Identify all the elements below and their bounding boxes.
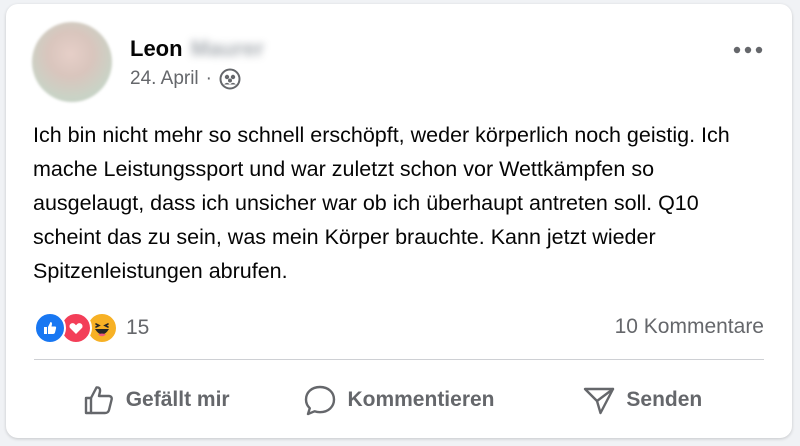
- send-button[interactable]: Senden: [521, 370, 764, 430]
- reactions-summary[interactable]: 15: [34, 312, 149, 344]
- more-options-button[interactable]: [730, 36, 766, 64]
- comments-count-link[interactable]: 10 Kommentare: [615, 315, 764, 339]
- reaction-count[interactable]: 15: [126, 316, 149, 340]
- more-icon: [733, 46, 763, 54]
- send-button-label: Senden: [626, 388, 703, 411]
- action-bar: Gefällt mir Kommentieren Senden: [34, 370, 764, 430]
- post-card: Leon Maurer 24. April · Ich bin nicht me…: [6, 4, 792, 438]
- meta-separator: ·: [205, 68, 212, 89]
- post-date[interactable]: 24. April: [130, 68, 199, 90]
- comment-icon: [303, 383, 337, 417]
- author-surname-blurred[interactable]: Maurer: [191, 36, 264, 62]
- post-meta: 24. April ·: [130, 68, 241, 90]
- like-button[interactable]: Gefällt mir: [34, 370, 277, 430]
- friends-icon[interactable]: [219, 68, 241, 90]
- avatar[interactable]: [32, 22, 112, 102]
- post-text: Ich bin nicht mehr so schnell erschöpft,…: [33, 123, 730, 283]
- like-button-label: Gefällt mir: [125, 388, 230, 411]
- send-icon: [582, 383, 616, 417]
- like-reaction-icon: [34, 312, 66, 344]
- comment-button-label: Kommentieren: [347, 388, 495, 411]
- comment-button[interactable]: Kommentieren: [277, 370, 520, 430]
- author-name-row: Leon Maurer: [130, 36, 264, 62]
- divider: [34, 359, 764, 360]
- author-first-name[interactable]: Leon: [130, 36, 183, 62]
- thumbs-up-icon: [82, 383, 116, 417]
